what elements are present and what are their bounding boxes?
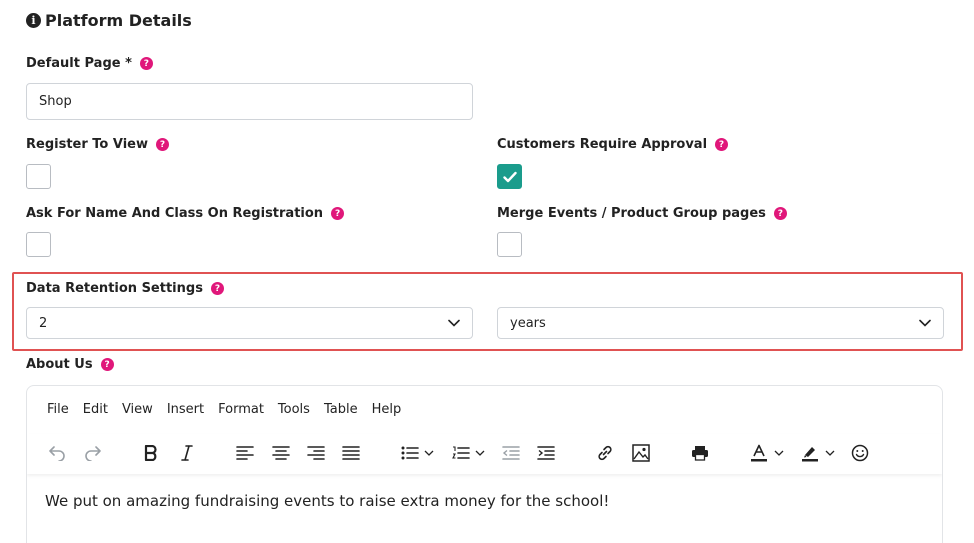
chevron-down-icon [825,450,835,456]
editor-menubar: File Edit View Insert Format Tools Table… [47,402,401,417]
chevron-down-icon [424,450,434,456]
menu-help[interactable]: Help [372,402,402,417]
numbered-list-icon [452,446,470,459]
chevron-down-icon [919,319,931,327]
menu-insert[interactable]: Insert [167,402,204,417]
ask-name-class-label-text: Ask For Name And Class On Registration [26,206,324,221]
retention-amount-value: 2 [39,315,48,331]
justify-icon [342,446,360,460]
print-button[interactable] [688,441,712,465]
text-color-dropdown[interactable] [772,441,786,465]
merge-events-checkbox[interactable] [497,232,522,257]
menu-table[interactable]: Table [324,402,358,417]
help-icon[interactable]: ? [100,358,114,371]
align-left-button[interactable] [233,441,257,465]
menu-tools[interactable]: Tools [278,402,310,417]
info-icon: i [26,13,41,28]
indent-icon [537,446,555,460]
rich-text-editor: File Edit View Insert Format Tools Table… [26,385,943,543]
align-right-button[interactable] [304,441,328,465]
highlight-color-button[interactable] [798,441,822,465]
menu-edit[interactable]: Edit [83,402,108,417]
editor-content[interactable]: We put on amazing fundraising events to … [45,492,609,510]
text-color-button[interactable] [747,441,771,465]
bold-button[interactable] [139,441,163,465]
image-button[interactable] [629,441,653,465]
undo-button[interactable] [45,441,69,465]
data-retention-label-text: Data Retention Settings [26,281,203,296]
image-icon [632,444,650,462]
check-icon [502,171,517,182]
customers-require-approval-checkbox[interactable] [497,164,522,189]
chevron-down-icon [448,319,460,327]
numbered-list-dropdown[interactable] [473,441,487,465]
default-page-label: Default Page * ? [26,56,153,71]
customers-require-approval-label: Customers Require Approval ? [497,137,729,152]
align-right-icon [307,446,325,460]
help-icon[interactable]: ? [210,282,224,295]
text-color-icon [751,444,767,462]
menu-view[interactable]: View [122,402,153,417]
retention-unit-value: years [510,315,546,331]
help-icon[interactable]: ? [156,138,170,151]
emoji-button[interactable] [848,441,872,465]
register-to-view-label: Register To View ? [26,137,170,152]
ask-name-class-label: Ask For Name And Class On Registration ? [26,206,345,221]
align-center-button[interactable] [269,441,293,465]
link-icon [598,445,612,461]
help-icon[interactable]: ? [331,207,345,220]
italic-icon [181,445,193,461]
redo-icon [85,446,101,461]
bullet-list-icon [401,446,419,460]
help-icon[interactable]: ? [715,138,729,151]
customers-require-approval-label-text: Customers Require Approval [497,137,708,152]
chevron-down-icon [774,450,784,456]
italic-button[interactable] [175,441,199,465]
help-icon[interactable]: ? [139,57,153,70]
bullet-list-button[interactable] [398,441,422,465]
bullet-list-dropdown[interactable] [422,441,436,465]
emoji-icon [851,444,869,462]
default-page-label-text: Default Page * [26,56,132,71]
highlighter-icon [802,447,818,462]
print-icon [692,446,708,461]
retention-unit-select[interactable]: years [497,307,944,339]
about-us-label-text: About Us [26,357,93,372]
help-icon[interactable]: ? [773,207,787,220]
menu-format[interactable]: Format [218,402,264,417]
register-to-view-checkbox[interactable] [26,164,51,189]
align-left-icon [236,446,254,460]
justify-button[interactable] [339,441,363,465]
bold-icon [144,445,157,461]
highlight-color-dropdown[interactable] [823,441,837,465]
undo-icon [49,446,65,461]
about-us-label: About Us ? [26,357,114,372]
redo-button[interactable] [81,441,105,465]
data-retention-label: Data Retention Settings ? [26,281,224,296]
numbered-list-button[interactable] [449,441,473,465]
merge-events-label: Merge Events / Product Group pages ? [497,206,787,221]
chevron-down-icon [475,450,485,456]
register-to-view-label-text: Register To View [26,137,149,152]
merge-events-label-text: Merge Events / Product Group pages [497,206,766,221]
indent-button[interactable] [534,441,558,465]
ask-name-class-checkbox[interactable] [26,232,51,257]
section-title: i Platform Details [26,11,192,30]
menu-file[interactable]: File [47,402,69,417]
default-page-input[interactable] [26,83,473,120]
link-button[interactable] [593,441,617,465]
outdent-button[interactable] [499,441,523,465]
section-title-text: Platform Details [45,11,192,30]
align-center-icon [272,446,290,460]
retention-amount-select[interactable]: 2 [26,307,473,339]
outdent-icon [502,446,520,460]
